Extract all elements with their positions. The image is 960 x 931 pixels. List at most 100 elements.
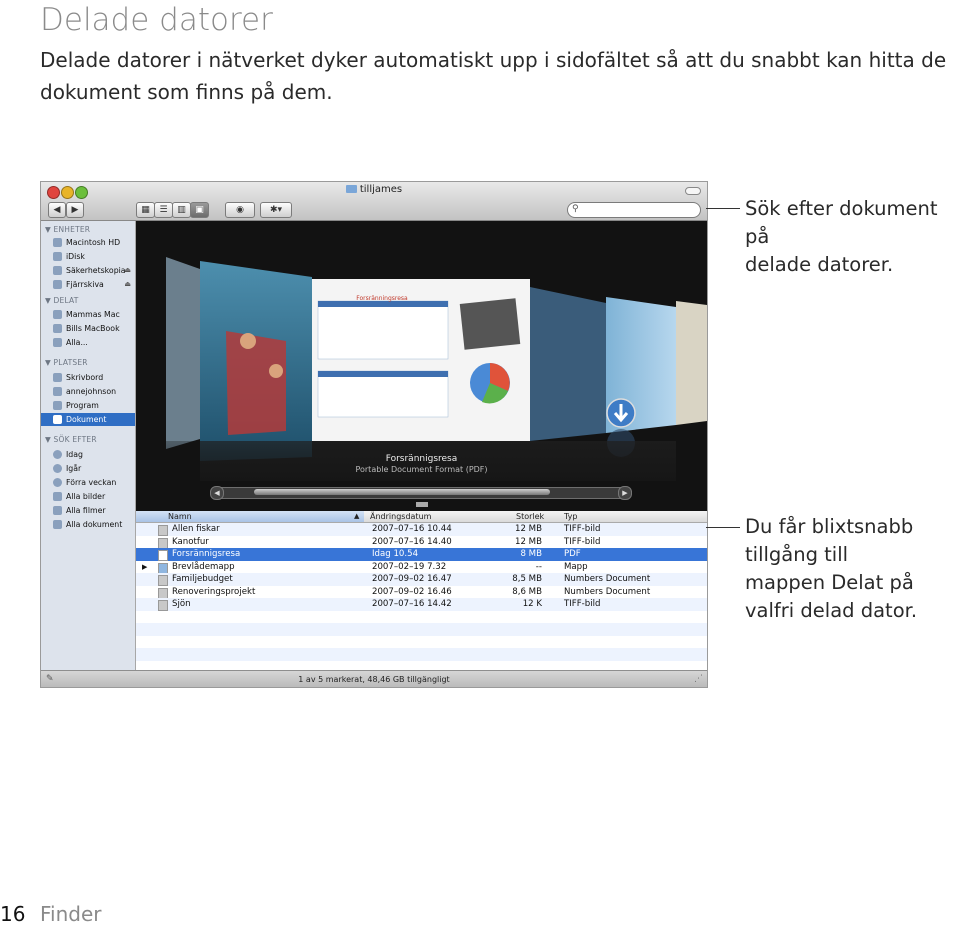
intro-paragraph: Delade datorer i nätverket dyker automat…	[40, 48, 947, 104]
doc-title: Forsränningsresa	[356, 295, 408, 302]
desktop-icon	[53, 373, 62, 382]
table-row[interactable]: Familjebudget 2007–09–02 16.47 8,5 MB Nu…	[136, 573, 707, 586]
sidebar-item-remote-disk[interactable]: Fjärrskiva ⏏	[41, 278, 135, 291]
sidebar-item-all-movies[interactable]: Alla filmer	[41, 504, 135, 517]
sidebar-item-label: Idag	[66, 450, 83, 459]
status-text: 1 av 5 markerat, 48,46 GB tillgängligt	[298, 675, 450, 684]
sidebar-item-label: Säkerhetskopia	[66, 266, 126, 275]
sidebar-item-backup[interactable]: Säkerhetskopia ⏏	[41, 264, 135, 277]
sidebar-header-search: ▼ SÖK EFTER	[45, 435, 97, 444]
row-size: 8,6 MB	[512, 586, 542, 597]
row-size: 8,5 MB	[512, 574, 542, 584]
row-date: 2007–07–16 14.42	[372, 599, 452, 609]
row-name: Renoveringsprojekt	[172, 586, 256, 597]
sidebar-item-documents[interactable]: Dokument	[41, 413, 135, 426]
table-row[interactable]: Allen fiskar 2007–07–16 10.44 12 MB TIFF…	[136, 523, 707, 536]
search-icon: ⚲	[572, 204, 579, 214]
reflection-fade	[136, 441, 707, 511]
row-date: Idag 10.54	[372, 549, 419, 559]
cover-notes[interactable]	[676, 301, 707, 425]
laptop-icon	[53, 324, 62, 333]
callout-shared-line-1: Du får blixtsnabb	[745, 515, 914, 538]
sidebar-item-idisk[interactable]: iDisk	[41, 250, 135, 263]
column-header-name[interactable]: Namn ▲	[136, 511, 364, 522]
folder-icon	[158, 562, 168, 574]
table-row[interactable]: Sjön 2007–07–16 14.42 12 K TIFF-bild	[136, 598, 707, 611]
image-file-icon	[158, 600, 168, 611]
doc-table-header	[318, 371, 448, 377]
sidebar-item-label: Alla bilder	[66, 492, 106, 501]
eject-icon[interactable]: ⏏	[124, 278, 131, 291]
table-row[interactable]: ▶ Brevlådemapp 2007–02–19 7.32 -- Mapp	[136, 561, 707, 574]
table-row[interactable]: Renoveringsprojekt 2007–09–02 16.46 8,6 …	[136, 586, 707, 599]
sidebar-item-yesterday[interactable]: Igår	[41, 462, 135, 475]
smart-folder-icon	[53, 506, 62, 515]
quicklook-button[interactable]: ◉	[225, 202, 255, 218]
row-kind: TIFF-bild	[564, 536, 601, 547]
sidebar-item-last-week[interactable]: Förra veckan	[41, 476, 135, 489]
cover-folder[interactable]	[530, 287, 606, 441]
sidebar-item-label: Program	[66, 401, 99, 410]
idisk-icon	[53, 252, 62, 261]
sidebar-item-all-images[interactable]: Alla bilder	[41, 490, 135, 503]
column-view-button[interactable]: ▥	[172, 202, 191, 218]
scroll-right-button[interactable]: ▶	[618, 486, 632, 500]
row-kind: TIFF-bild	[564, 524, 601, 534]
path-tool-icon[interactable]: ✎	[46, 671, 54, 687]
sidebar-item-label: Igår	[66, 464, 82, 473]
row-date: 2007–09–02 16.46	[372, 586, 452, 597]
table-row-selected[interactable]: Forsrännigsresa Idag 10.54 8 MB PDF	[136, 548, 707, 561]
callout-line-search	[706, 208, 740, 209]
callout-shared-line-3: mappen Delat på	[745, 571, 914, 594]
sidebar-item-bills-macbook[interactable]: Bills MacBook	[41, 322, 135, 335]
forward-button[interactable]: ▶	[66, 202, 84, 218]
sidebar-item-label: annejohnson	[66, 387, 117, 396]
row-kind: Numbers Document	[564, 586, 651, 597]
column-header-kind[interactable]: Typ	[564, 511, 577, 522]
coverflow-resize-handle[interactable]	[416, 502, 428, 507]
disclosure-triangle[interactable]: ▶	[142, 561, 147, 574]
search-input[interactable]: ⚲	[567, 202, 701, 218]
person-shape	[269, 364, 283, 378]
pdf-file-icon	[158, 550, 168, 561]
sidebar-item-all-shared[interactable]: Alla...	[41, 336, 135, 349]
window-title: tilljames	[41, 184, 707, 195]
row-kind: PDF	[564, 549, 581, 559]
file-list: Namn ▲ Ändringsdatum Storlek Typ Allen fi…	[136, 511, 707, 670]
toolbar-toggle-button[interactable]	[685, 187, 701, 195]
page-number: 16	[0, 902, 26, 926]
row-size: 12 MB	[515, 536, 542, 547]
action-menu-button[interactable]: ✱▾	[260, 202, 292, 218]
sidebar-item-home[interactable]: annejohnson	[41, 385, 135, 398]
documents-icon	[53, 415, 62, 424]
column-header-size[interactable]: Storlek	[516, 511, 544, 522]
column-header-date[interactable]: Ändringsdatum	[370, 511, 431, 522]
coverflow-view-button[interactable]: ▣	[190, 202, 209, 218]
sidebar-item-mammas-mac[interactable]: Mammas Mac	[41, 308, 135, 321]
sort-ascending-icon: ▲	[354, 512, 360, 520]
sidebar-item-macintosh-hd[interactable]: Macintosh HD	[41, 236, 135, 249]
coverflow-scroll-thumb[interactable]	[254, 489, 550, 495]
smart-folder-icon	[53, 492, 62, 501]
icon-view-button[interactable]: ▦	[136, 202, 155, 218]
row-size: 12 K	[522, 599, 542, 609]
table-row[interactable]: Kanotfur 2007–07–16 14.40 12 MB TIFF-bil…	[136, 536, 707, 549]
sidebar-item-all-documents[interactable]: Alla dokument	[41, 518, 135, 531]
callout-search-line-1: Sök efter dokument på	[745, 197, 938, 248]
row-name: Allen fiskar	[172, 524, 220, 534]
resize-handle-icon[interactable]: ⋰	[694, 671, 703, 687]
coverflow-item-kind: Portable Document Format (PDF)	[355, 465, 488, 474]
sidebar-item-label: Alla...	[66, 338, 88, 347]
back-button[interactable]: ◀	[48, 202, 66, 218]
eject-icon[interactable]: ⏏	[124, 264, 131, 277]
sidebar-item-label: Dokument	[66, 415, 107, 424]
sidebar-item-today[interactable]: Idag	[41, 448, 135, 461]
document-icon	[158, 575, 168, 586]
sidebar-item-applications[interactable]: Program	[41, 399, 135, 412]
row-kind: Mapp	[564, 561, 588, 572]
row-date: 2007–02–19 7.32	[372, 561, 447, 572]
sidebar-item-desktop[interactable]: Skrivbord	[41, 371, 135, 384]
list-view-button[interactable]: ☰	[154, 202, 173, 218]
cover-photo-back[interactable]	[166, 257, 200, 449]
scroll-left-button[interactable]: ◀	[210, 486, 224, 500]
